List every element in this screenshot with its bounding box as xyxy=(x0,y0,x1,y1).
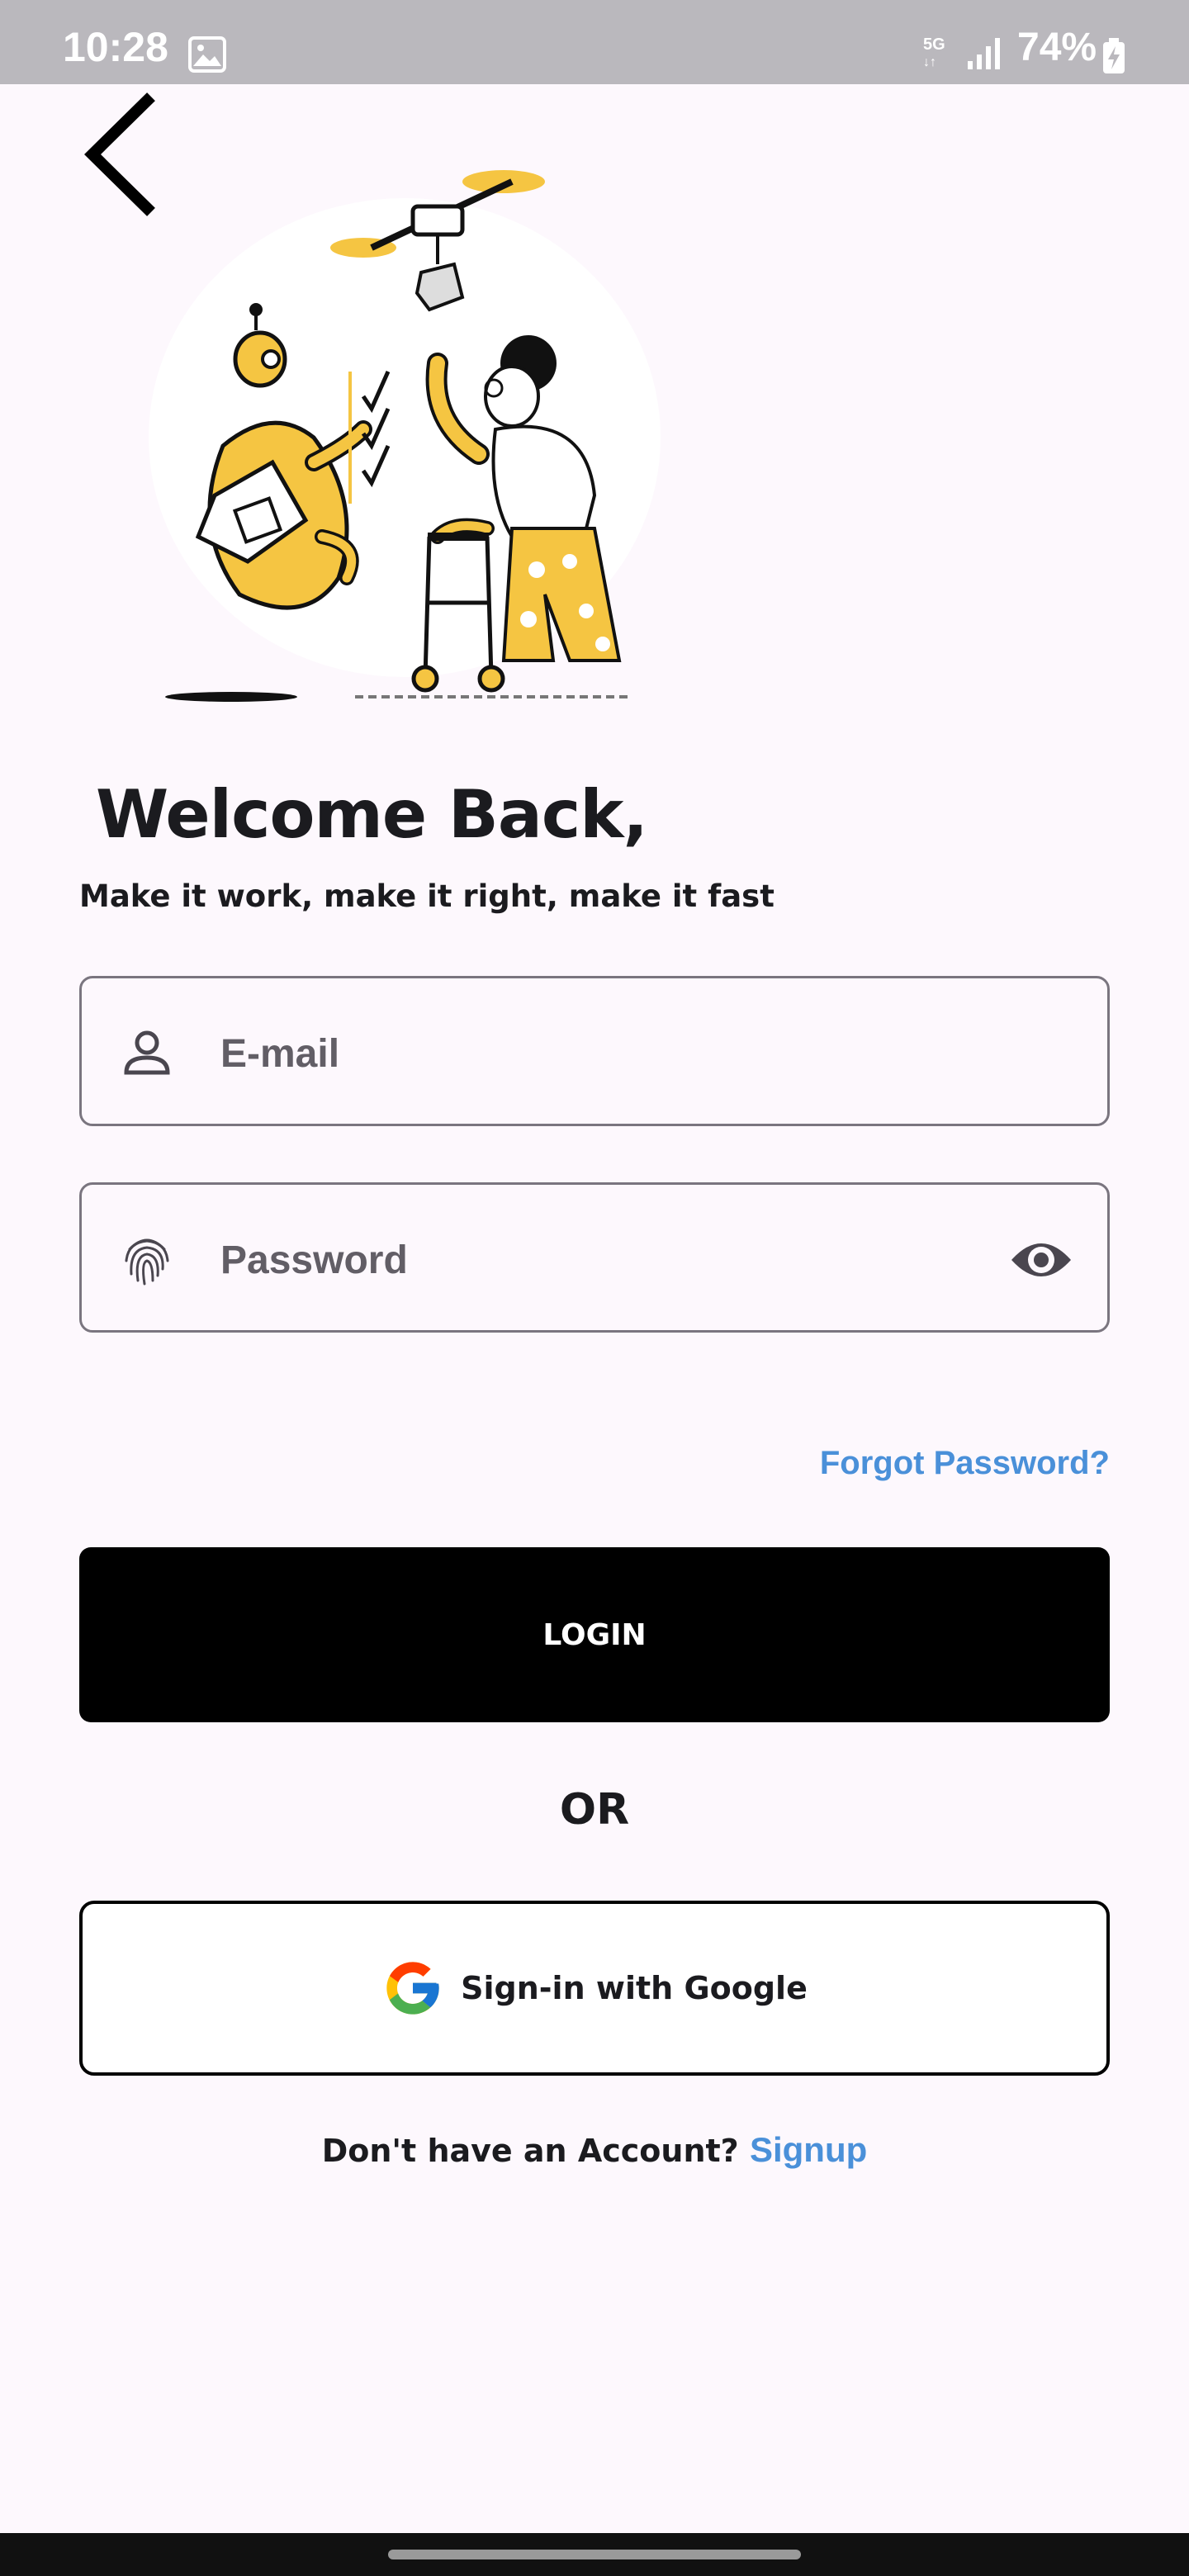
signup-row: Don't have an Account? Signup xyxy=(0,2130,1189,2170)
google-signin-button[interactable]: Sign-in with Google xyxy=(79,1901,1110,2076)
battery-charging-icon xyxy=(1103,38,1125,73)
status-time: 10:28 xyxy=(63,24,168,70)
or-divider: OR xyxy=(559,1785,630,1835)
signal-icon xyxy=(968,38,1000,69)
status-bar: 10:28 5G ↓↑ 74% xyxy=(0,0,1189,84)
network-type: 5G ↓↑ xyxy=(923,36,945,69)
password-input[interactable] xyxy=(219,1218,965,1302)
forgot-password-link[interactable]: Forgot Password? xyxy=(820,1445,1110,1482)
battery-percent: 74% xyxy=(1017,26,1097,69)
page-subtitle: Make it work, make it right, make it fas… xyxy=(79,878,775,914)
google-g-icon xyxy=(386,1962,439,2015)
person-icon xyxy=(124,1030,170,1075)
home-gesture-handle[interactable] xyxy=(388,2550,801,2559)
login-button[interactable]: LOGIN xyxy=(79,1547,1110,1722)
email-field[interactable] xyxy=(79,976,1110,1126)
system-navigation-bar xyxy=(0,2533,1189,2576)
password-field[interactable] xyxy=(79,1182,1110,1333)
gallery-notification-icon xyxy=(188,36,226,73)
google-signin-label: Sign-in with Google xyxy=(461,1970,808,2006)
email-input[interactable] xyxy=(219,1011,965,1096)
signup-link[interactable]: Signup xyxy=(750,2130,867,2169)
signup-prompt: Don't have an Account? xyxy=(321,2133,739,2169)
hero-illustration xyxy=(149,170,661,702)
eye-icon[interactable] xyxy=(1008,1231,1074,1289)
page-title: Welcome Back, xyxy=(96,776,648,853)
fingerprint-icon xyxy=(125,1238,169,1286)
